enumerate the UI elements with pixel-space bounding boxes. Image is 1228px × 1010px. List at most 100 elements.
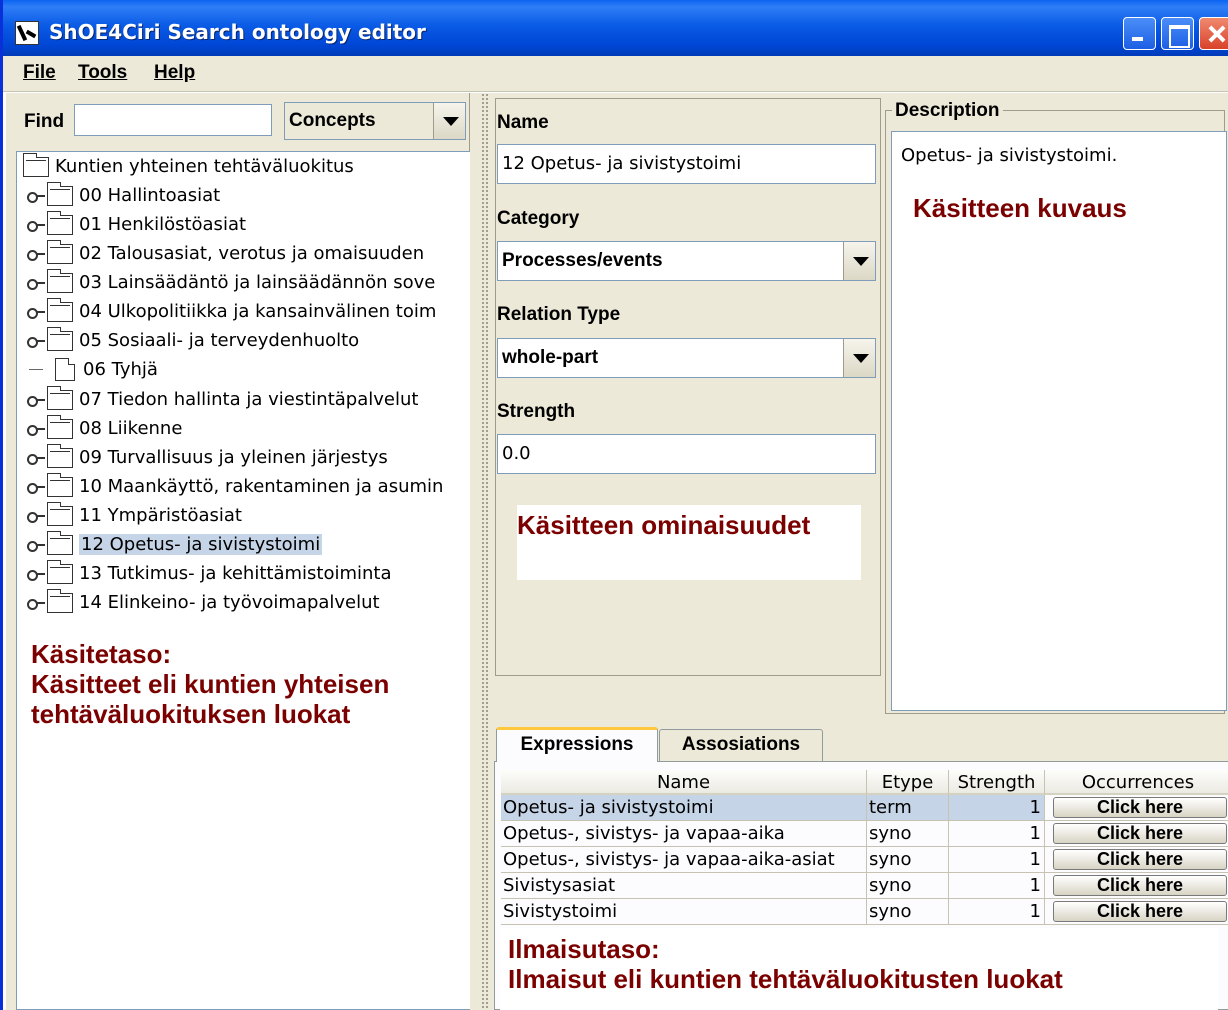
menu-tools[interactable]: Tools bbox=[78, 62, 127, 84]
tree-item-label: 04 Ulkopolitiikka ja kansainvälinen toim bbox=[79, 301, 437, 322]
col-etype-header[interactable]: Etype bbox=[867, 770, 949, 795]
tree-item[interactable]: 13 Tutkimus- ja kehittämistoiminta bbox=[25, 560, 392, 587]
expand-handle-icon[interactable] bbox=[25, 212, 45, 238]
window-title: ShOE4Ciri Search ontology editor bbox=[49, 20, 426, 44]
cell-name: Sivistysasiat bbox=[501, 873, 867, 898]
chevron-down-icon[interactable] bbox=[843, 242, 875, 280]
folder-icon bbox=[47, 211, 73, 235]
strength-input[interactable]: 0.0 bbox=[497, 434, 876, 474]
tree-item[interactable]: 07 Tiedon hallinta ja viestintäpalvelut bbox=[25, 386, 419, 413]
tree-item-label: 03 Lainsäädäntö ja lainsäädännön sove bbox=[79, 272, 436, 293]
expand-handle-icon[interactable] bbox=[25, 561, 45, 587]
maximize-button[interactable] bbox=[1161, 17, 1194, 50]
concept-tree[interactable]: Kuntien yhteinen tehtäväluokitus 00 Hall… bbox=[16, 151, 470, 1010]
tree-item[interactable]: 14 Elinkeino- ja työvoimapalvelut bbox=[25, 589, 380, 616]
cell-name: Opetus-, sivistys- ja vapaa-aika bbox=[501, 821, 867, 846]
tree-item[interactable]: 08 Liikenne bbox=[25, 415, 182, 442]
concept-level-annotation: Käsitetaso: Käsitteet eli kuntien yhteis… bbox=[31, 639, 389, 729]
table-row[interactable]: Opetus-, sivistys- ja vapaa-aika-asiat s… bbox=[501, 847, 1228, 873]
cell-strength: 1 bbox=[949, 899, 1045, 924]
expand-handle-icon[interactable] bbox=[25, 328, 45, 354]
tree-item-label: 11 Ympäristöasiat bbox=[79, 505, 242, 526]
expand-handle-icon[interactable] bbox=[25, 299, 45, 325]
chevron-down-icon[interactable] bbox=[433, 103, 465, 139]
col-strength-header[interactable]: Strength bbox=[949, 770, 1045, 795]
name-label: Name bbox=[497, 112, 549, 133]
relation-type-select[interactable]: whole-part bbox=[497, 338, 876, 378]
expand-handle-icon[interactable] bbox=[25, 445, 45, 471]
cell-etype: syno bbox=[867, 873, 949, 898]
table-row[interactable]: Opetus-, sivistys- ja vapaa-aika syno 1 … bbox=[501, 821, 1228, 847]
tree-item-selected[interactable]: 12 Opetus- ja sivistystoimi bbox=[25, 531, 323, 558]
search-type-value: Concepts bbox=[289, 110, 376, 131]
occurrences-button[interactable]: Click here bbox=[1053, 901, 1227, 922]
cell-strength: 1 bbox=[949, 795, 1045, 820]
tree-item-label: 06 Tyhjä bbox=[83, 359, 158, 380]
expand-handle-icon[interactable] bbox=[25, 183, 45, 209]
tree-item[interactable]: 10 Maankäyttö, rakentaminen ja asumin bbox=[25, 473, 444, 500]
folder-icon bbox=[47, 269, 73, 293]
close-button[interactable] bbox=[1199, 17, 1228, 50]
tree-item[interactable]: 02 Talousasiat, verotus ja omaisuuden bbox=[25, 240, 424, 267]
annotation-line: tehtäväluokituksen luokat bbox=[31, 699, 351, 729]
app-window: ShOE4Ciri Search ontology editor File To… bbox=[0, 0, 1228, 1010]
properties-annotation: Käsitteen ominaisuudet bbox=[517, 510, 811, 540]
col-occurrences-header[interactable]: Occurrences bbox=[1045, 770, 1228, 795]
tree-item[interactable]: 04 Ulkopolitiikka ja kansainvälinen toim bbox=[25, 298, 437, 325]
expand-handle-icon[interactable] bbox=[25, 503, 45, 529]
expand-handle-icon[interactable] bbox=[25, 590, 45, 616]
category-select[interactable]: Processes/events bbox=[497, 241, 876, 281]
occurrences-button[interactable]: Click here bbox=[1053, 849, 1227, 870]
tree-item-label: 07 Tiedon hallinta ja viestintäpalvelut bbox=[79, 389, 419, 410]
title-bar[interactable]: ShOE4Ciri Search ontology editor bbox=[3, 0, 1228, 56]
expand-handle-icon[interactable] bbox=[25, 387, 45, 413]
find-input[interactable] bbox=[74, 104, 272, 136]
splitter-grip[interactable] bbox=[481, 93, 489, 1010]
tree-item[interactable]: 01 Henkilöstöasiat bbox=[25, 211, 247, 238]
col-name-header[interactable]: Name bbox=[501, 770, 867, 795]
menu-help[interactable]: Help bbox=[154, 62, 195, 84]
category-label: Category bbox=[497, 208, 580, 229]
expand-handle-icon[interactable] bbox=[25, 416, 45, 442]
annotation-line: Käsitetaso: bbox=[31, 639, 172, 669]
tree-item-label: 01 Henkilöstöasiat bbox=[79, 214, 247, 235]
occurrences-button[interactable]: Click here bbox=[1053, 797, 1227, 818]
table-row[interactable]: Opetus- ja sivistystoimi term 1 Click he… bbox=[501, 795, 1228, 821]
tree-item-label: 12 Opetus- ja sivistystoimi bbox=[79, 534, 323, 555]
expand-handle-icon[interactable] bbox=[25, 241, 45, 267]
tree-item-label: 10 Maankäyttö, rakentaminen ja asumin bbox=[79, 476, 444, 497]
table-row[interactable]: Sivistystoimi syno 1 Click here bbox=[501, 899, 1228, 925]
cell-name: Opetus- ja sivistystoimi bbox=[501, 795, 867, 820]
expression-level-annotation: Ilmaisutaso: Ilmaisut eli kuntien tehtäv… bbox=[508, 934, 1063, 994]
name-input[interactable]: 12 Opetus- ja sivistystoimi bbox=[497, 144, 876, 184]
tree-item[interactable]: 03 Lainsäädäntö ja lainsäädännön sove bbox=[25, 269, 436, 296]
relation-type-value: whole-part bbox=[502, 347, 599, 368]
tree-item[interactable]: 06 Tyhjä bbox=[25, 357, 158, 383]
expand-handle-icon[interactable] bbox=[25, 270, 45, 296]
chevron-down-icon[interactable] bbox=[843, 339, 875, 377]
menu-file[interactable]: File bbox=[23, 62, 56, 84]
cell-strength: 1 bbox=[949, 821, 1045, 846]
tree-item[interactable]: 00 Hallintoasiat bbox=[25, 182, 220, 209]
tree-item[interactable]: 09 Turvallisuus ja yleinen järjestys bbox=[25, 444, 388, 471]
category-value: Processes/events bbox=[502, 250, 663, 271]
minimize-button[interactable] bbox=[1123, 17, 1156, 50]
tree-item[interactable]: 11 Ympäristöasiat bbox=[25, 502, 242, 529]
app-icon bbox=[15, 21, 39, 45]
tree-root[interactable]: Kuntien yhteinen tehtäväluokitus bbox=[21, 153, 354, 180]
find-label: Find bbox=[24, 111, 65, 132]
cell-name: Opetus-, sivistys- ja vapaa-aika-asiat bbox=[501, 847, 867, 872]
tab-assosiations[interactable]: Assosiations bbox=[659, 729, 823, 761]
folder-icon bbox=[47, 444, 73, 468]
expand-handle-icon[interactable] bbox=[25, 532, 45, 558]
occurrences-button[interactable]: Click here bbox=[1053, 823, 1227, 844]
tree-item-label: 05 Sosiaali- ja terveydenhuolto bbox=[79, 330, 360, 351]
tab-expressions[interactable]: Expressions bbox=[496, 727, 658, 762]
folder-icon bbox=[47, 415, 73, 439]
tree-item[interactable]: 05 Sosiaali- ja terveydenhuolto bbox=[25, 327, 360, 354]
tree-item-label: 14 Elinkeino- ja työvoimapalvelut bbox=[79, 592, 380, 613]
expand-handle-icon[interactable] bbox=[25, 474, 45, 500]
occurrences-button[interactable]: Click here bbox=[1053, 875, 1227, 896]
table-row[interactable]: Sivistysasiat syno 1 Click here bbox=[501, 873, 1228, 899]
search-type-select[interactable]: Concepts bbox=[284, 102, 466, 140]
